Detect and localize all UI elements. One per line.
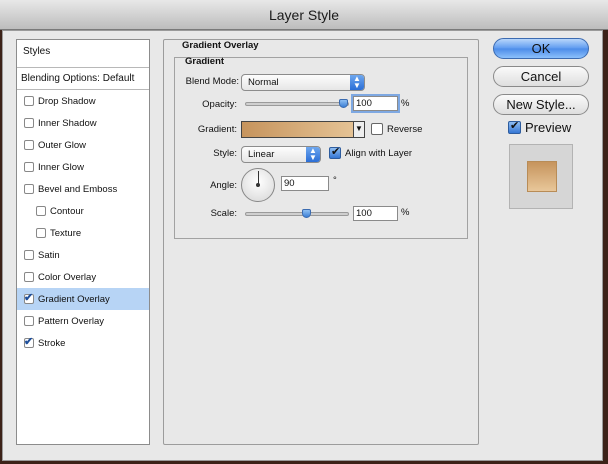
opacity-slider-thumb[interactable] bbox=[339, 99, 348, 108]
effect-label: Inner Glow bbox=[38, 161, 84, 173]
section-title: Gradient bbox=[185, 56, 225, 67]
align-with-layer-checkbox[interactable]: Align with Layer bbox=[329, 145, 413, 159]
effect-item-inner-shadow[interactable]: Inner Shadow bbox=[17, 112, 149, 134]
effects-list: Drop Shadow Inner Shadow Outer Glow Inner G… bbox=[17, 90, 149, 354]
effect-checkbox[interactable] bbox=[24, 291, 34, 304]
preview-check-icon bbox=[508, 119, 521, 134]
gradient-dropdown-icon[interactable]: ▼ bbox=[353, 121, 365, 138]
gradient-picker[interactable] bbox=[241, 121, 365, 138]
effect-checkbox[interactable] bbox=[24, 118, 34, 128]
effect-item-outer-glow[interactable]: Outer Glow bbox=[17, 134, 149, 156]
blend-mode-label: Blend Mode: bbox=[185, 76, 239, 87]
effect-checkbox[interactable] bbox=[24, 140, 34, 150]
preview-label: Preview bbox=[525, 120, 572, 135]
effect-label: Texture bbox=[50, 227, 82, 239]
align-label: Align with Layer bbox=[345, 147, 413, 159]
effect-checkbox[interactable] bbox=[24, 184, 34, 194]
blend-mode-select[interactable]: Normal ▲ ▼ bbox=[241, 74, 365, 91]
effect-item-stroke[interactable]: Stroke bbox=[17, 332, 149, 354]
scale-unit: % bbox=[401, 207, 410, 218]
preview-checkbox[interactable]: Preview bbox=[508, 119, 572, 135]
effect-label: Satin bbox=[38, 249, 60, 261]
effect-label: Contour bbox=[50, 205, 84, 217]
layer-style-dialog: Layer Style Styles Blending Options: Def… bbox=[0, 0, 608, 464]
scale-slider[interactable] bbox=[245, 209, 349, 218]
effect-checkbox[interactable] bbox=[24, 316, 34, 326]
effect-item-gradient-overlay[interactable]: Gradient Overlay bbox=[17, 288, 149, 310]
effect-label: Drop Shadow bbox=[38, 95, 96, 107]
effect-label: Bevel and Emboss bbox=[38, 183, 118, 195]
style-label: Style: bbox=[213, 148, 237, 159]
effect-label: Outer Glow bbox=[38, 139, 87, 151]
effect-item-pattern-overlay[interactable]: Pattern Overlay bbox=[17, 310, 149, 332]
angle-label: Angle: bbox=[210, 180, 237, 191]
reverse-check-icon bbox=[371, 123, 383, 135]
scale-input[interactable]: 100 bbox=[353, 206, 398, 221]
style-value: Linear bbox=[248, 149, 275, 160]
dialog-body: Styles Blending Options: Default Drop Sh… bbox=[2, 30, 603, 461]
gradient-section: Gradient Blend Mode: Normal ▲ ▼ Opacity: … bbox=[174, 56, 468, 239]
effect-checkbox[interactable] bbox=[24, 96, 34, 106]
angle-input[interactable]: 90 bbox=[281, 176, 329, 191]
effect-checkbox[interactable] bbox=[24, 272, 34, 282]
effect-checkbox[interactable] bbox=[24, 335, 34, 348]
angle-dial[interactable] bbox=[241, 168, 275, 202]
scale-label: Scale: bbox=[210, 208, 237, 219]
effect-label: Pattern Overlay bbox=[38, 315, 104, 327]
blend-mode-value: Normal bbox=[248, 77, 279, 88]
angle-unit: ° bbox=[333, 175, 337, 186]
gradient-overlay-group: Gradient Overlay Gradient Blend Mode: No… bbox=[163, 39, 479, 445]
opacity-unit: % bbox=[401, 98, 410, 109]
opacity-slider[interactable] bbox=[245, 99, 349, 108]
effect-item-color-overlay[interactable]: Color Overlay bbox=[17, 266, 149, 288]
effect-checkbox[interactable] bbox=[36, 206, 46, 216]
effect-item-texture[interactable]: Texture bbox=[17, 222, 149, 244]
effect-item-inner-glow[interactable]: Inner Glow bbox=[17, 156, 149, 178]
effect-item-contour[interactable]: Contour bbox=[17, 200, 149, 222]
window-title: Layer Style bbox=[0, 0, 608, 30]
select-arrows-icon: ▲ ▼ bbox=[350, 75, 364, 90]
style-select[interactable]: Linear ▲ ▼ bbox=[241, 146, 321, 163]
styles-header[interactable]: Styles bbox=[17, 40, 149, 68]
group-title: Gradient Overlay bbox=[182, 40, 259, 51]
effect-label: Gradient Overlay bbox=[38, 293, 110, 305]
new-style-button[interactable]: New Style... bbox=[493, 94, 589, 115]
reverse-checkbox[interactable]: Reverse bbox=[371, 123, 422, 135]
effect-item-drop-shadow[interactable]: Drop Shadow bbox=[17, 90, 149, 112]
effect-label: Inner Shadow bbox=[38, 117, 97, 129]
effect-checkbox[interactable] bbox=[36, 228, 46, 238]
ok-button[interactable]: OK bbox=[493, 38, 589, 59]
effect-item-bevel-and-emboss[interactable]: Bevel and Emboss bbox=[17, 178, 149, 200]
opacity-label: Opacity: bbox=[202, 99, 237, 110]
effect-label: Stroke bbox=[38, 337, 66, 349]
blending-options-item[interactable]: Blending Options: Default bbox=[17, 68, 149, 90]
align-check-icon bbox=[329, 145, 341, 159]
cancel-button[interactable]: Cancel bbox=[493, 66, 589, 87]
select-arrows-icon: ▲ ▼ bbox=[306, 147, 320, 162]
styles-list: Styles Blending Options: Default Drop Sh… bbox=[16, 39, 150, 445]
preview-thumbnail bbox=[509, 144, 573, 209]
effect-checkbox[interactable] bbox=[24, 250, 34, 260]
effect-label: Color Overlay bbox=[38, 271, 97, 283]
opacity-input[interactable]: 100 bbox=[351, 94, 400, 113]
preview-swatch bbox=[527, 161, 557, 192]
gradient-label: Gradient: bbox=[197, 124, 237, 135]
effect-item-satin[interactable]: Satin bbox=[17, 244, 149, 266]
effect-checkbox[interactable] bbox=[24, 162, 34, 172]
reverse-label: Reverse bbox=[387, 123, 423, 135]
scale-slider-thumb[interactable] bbox=[301, 209, 311, 218]
